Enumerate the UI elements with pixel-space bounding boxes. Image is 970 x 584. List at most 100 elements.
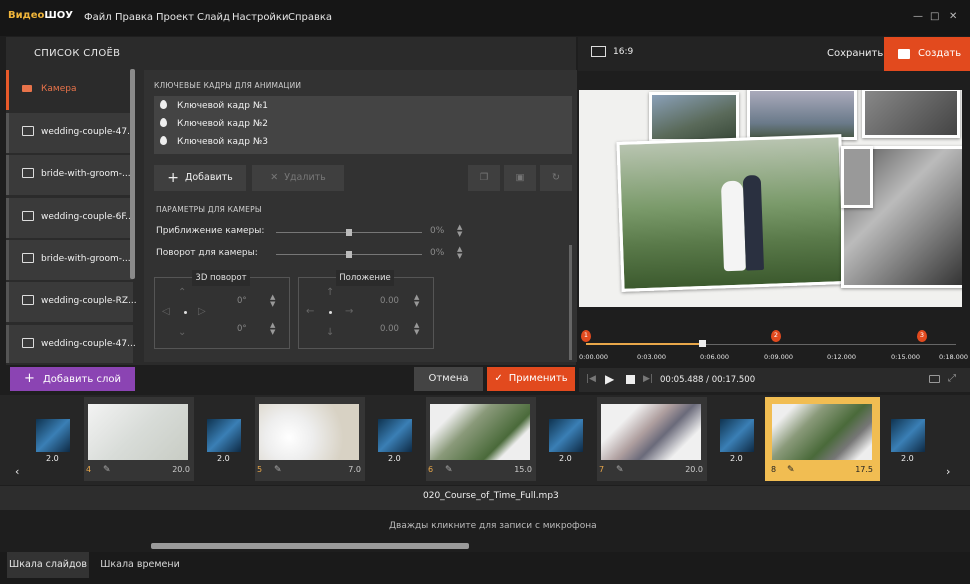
menu-help[interactable]: Справка: [288, 12, 332, 23]
slide-duration: 20.0: [685, 465, 703, 474]
transition-thumb[interactable]: [36, 419, 70, 452]
menu-file[interactable]: Файл: [84, 12, 112, 23]
keyframe-item[interactable]: Ключевой кадр №2: [160, 118, 268, 129]
pencil-icon[interactable]: ✎: [616, 465, 624, 475]
apply-button[interactable]: ✓ Применить: [487, 367, 575, 391]
transition-thumb[interactable]: [720, 419, 754, 452]
add-keyframe-button[interactable]: + Добавить: [154, 165, 246, 191]
rotate-slider-knob[interactable]: [346, 251, 352, 258]
layers-scrollbar[interactable]: [130, 69, 135, 279]
move-down-icon[interactable]: ↓: [326, 327, 334, 338]
transition-thumb[interactable]: [207, 419, 241, 452]
keyframe-item[interactable]: Ключевой кадр №1: [160, 100, 268, 111]
menu-slide[interactable]: Слайд: [197, 12, 230, 23]
cancel-button[interactable]: Отмена: [414, 367, 483, 391]
reset-icon[interactable]: ↻: [540, 165, 572, 191]
rotation-3d-value-b[interactable]: 0°: [237, 324, 247, 334]
rotate-spinner[interactable]: ▲ ▼: [457, 246, 462, 260]
rotation-3d-spinner-a[interactable]: ▲ ▼: [270, 294, 275, 308]
menu-edit[interactable]: Правка: [115, 12, 153, 23]
layer-item[interactable]: bride-with-groom-...: [6, 155, 133, 195]
skip-forward-icon[interactable]: ▶|: [643, 374, 653, 384]
position-x-value[interactable]: 0.00: [380, 296, 399, 306]
transition-thumb[interactable]: [891, 419, 925, 452]
rotate-value[interactable]: 0%: [430, 248, 444, 258]
monitor-icon[interactable]: [591, 46, 606, 57]
settings-scrollbar[interactable]: [569, 245, 572, 360]
move-left-icon[interactable]: ←: [306, 306, 314, 317]
snapshot-icon[interactable]: [929, 375, 940, 383]
move-up-icon[interactable]: ↑: [326, 287, 334, 298]
fullscreen-icon[interactable]: ⤢: [948, 373, 956, 384]
layer-item[interactable]: wedding-couple-47...: [6, 325, 136, 363]
audio-filename: 020_Course_of_Time_Full.mp3: [423, 491, 559, 501]
slide-card[interactable]: 5 ✎ 7.0: [255, 397, 365, 481]
menu-settings[interactable]: Настройки: [232, 12, 288, 23]
transition-thumb[interactable]: [549, 419, 583, 452]
rotation-3d-value-a[interactable]: 0°: [237, 296, 247, 306]
layer-item[interactable]: wedding-couple-6F...: [6, 198, 134, 238]
pencil-icon[interactable]: ✎: [787, 465, 795, 475]
keyframe-marker-2[interactable]: 2: [771, 330, 781, 342]
play-icon[interactable]: ▶: [605, 372, 614, 386]
aspect-ratio[interactable]: 16:9: [613, 47, 633, 57]
rotate-right-icon[interactable]: ▷: [198, 306, 206, 317]
paste-icon[interactable]: ▣: [504, 165, 536, 191]
preview-timeline[interactable]: 1 2 3 0:00.000 0:03.000 0:06.000 0:09.00…: [579, 328, 968, 364]
zoom-spinner[interactable]: ▲ ▼: [457, 224, 462, 238]
stop-icon[interactable]: [626, 375, 635, 384]
pencil-icon[interactable]: ✎: [445, 465, 453, 475]
layer-item[interactable]: bride-with-groom-...: [6, 240, 133, 280]
transition-thumb[interactable]: [378, 419, 412, 452]
minimize-icon[interactable]: —: [913, 11, 923, 22]
rotate-up-icon[interactable]: ⌃: [178, 287, 186, 298]
scroll-left-icon[interactable]: ‹: [15, 465, 19, 478]
strip-scrollbar[interactable]: [151, 543, 469, 549]
delete-keyframe-button[interactable]: ✕ Удалить: [252, 165, 344, 191]
collage-photo: [841, 146, 873, 208]
slide-card[interactable]: 7 ✎ 20.0: [597, 397, 707, 481]
position-y-spinner[interactable]: ▲ ▼: [414, 322, 419, 336]
tick-label: 0:03.000: [637, 353, 667, 361]
keyframes-section-title: КЛЮЧЕВЫЕ КАДРЫ ДЛЯ АНИМАЦИИ: [154, 81, 302, 90]
timeline-playhead[interactable]: [699, 340, 706, 347]
video-preview[interactable]: [579, 90, 962, 307]
position-x-spinner[interactable]: ▲ ▼: [414, 294, 419, 308]
tab-timeline[interactable]: Шкала времени: [99, 552, 181, 578]
add-layer-button[interactable]: + Добавить слой: [10, 367, 135, 391]
save-button[interactable]: Сохранить: [827, 48, 883, 59]
tab-slides[interactable]: Шкала слайдов: [7, 552, 89, 578]
zoom-slider-knob[interactable]: [346, 229, 352, 236]
maximize-icon[interactable]: □: [930, 11, 939, 22]
close-icon[interactable]: ✕: [949, 11, 957, 22]
slide-number: 6: [428, 465, 434, 474]
slide-card-selected[interactable]: 8 ✎ 17.5: [765, 397, 880, 481]
layer-item[interactable]: wedding-couple-47...: [6, 113, 136, 153]
rotate-down-icon[interactable]: ⌄: [178, 327, 186, 338]
layer-item-camera[interactable]: Камера: [6, 70, 133, 110]
image-icon: [22, 253, 34, 263]
keyframe-marker-1[interactable]: 1: [581, 330, 591, 342]
zoom-value[interactable]: 0%: [430, 226, 444, 236]
skip-back-icon[interactable]: |◀: [586, 374, 596, 384]
pencil-icon[interactable]: ✎: [274, 465, 282, 475]
scroll-right-icon[interactable]: ›: [946, 465, 950, 478]
keyframe-marker-3[interactable]: 3: [917, 330, 927, 342]
keyframe-item[interactable]: Ключевой кадр №3: [160, 136, 268, 147]
menu-project[interactable]: Проект: [156, 12, 194, 23]
keyframes-list: Ключевой кадр №1 Ключевой кадр №2 Ключев…: [154, 96, 572, 154]
create-button[interactable]: Создать: [884, 37, 970, 71]
layer-item[interactable]: wedding-couple-RZ...: [6, 282, 137, 322]
move-right-icon[interactable]: →: [345, 306, 353, 317]
position-y-value[interactable]: 0.00: [380, 324, 399, 334]
slide-card[interactable]: 4 ✎ 20.0: [84, 397, 194, 481]
tick-label: 0:00.000: [579, 353, 609, 361]
pencil-icon[interactable]: ✎: [103, 465, 111, 475]
layer-label: bride-with-groom-...: [41, 169, 131, 179]
copy-icon[interactable]: ❐: [468, 165, 500, 191]
slide-card[interactable]: 6 ✎ 15.0: [426, 397, 536, 481]
briefcase-icon: [898, 49, 910, 59]
rotate-left-icon[interactable]: ◁: [162, 306, 170, 317]
rotation-3d-spinner-b[interactable]: ▲ ▼: [270, 322, 275, 336]
layer-label: wedding-couple-47...: [41, 339, 136, 349]
